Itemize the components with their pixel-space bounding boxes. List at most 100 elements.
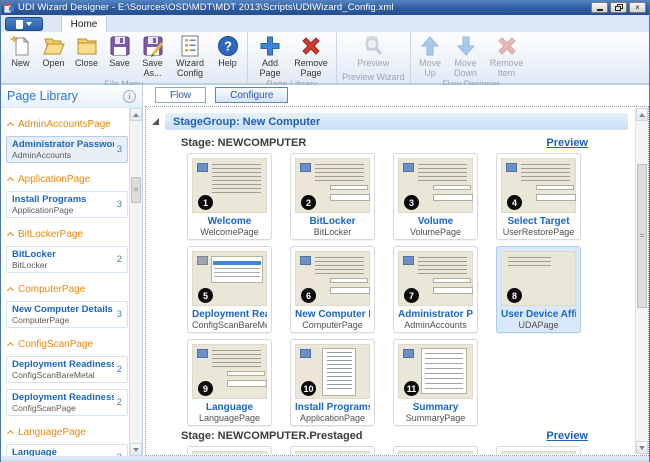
collapse-icon [7, 342, 14, 349]
scrollbar-thumb[interactable] [131, 177, 141, 203]
scrollbar-thumb[interactable] [637, 164, 647, 308]
sidebar-page-item[interactable]: Install Programs ApplicationPage 3 [6, 191, 128, 218]
sidebar-page-item[interactable]: Language LanguagePage 3 [6, 444, 128, 456]
add-page-button[interactable]: Add Page [251, 33, 289, 79]
sidebar-entry: ComputerPage [6, 284, 128, 295]
page-title-link[interactable]: Administrator Passw... [398, 309, 473, 320]
stage2-preview-link[interactable]: Preview [546, 430, 588, 442]
page-type-label: UserRestorePage [501, 227, 576, 237]
scroll-up-icon[interactable] [130, 108, 142, 121]
new-button[interactable]: New [4, 33, 37, 69]
page-thumbnail [295, 451, 370, 454]
scroll-down-icon[interactable] [636, 441, 648, 454]
page-card[interactable]: 3 Volume VolumePage [393, 153, 478, 240]
tab-flow[interactable]: Flow [155, 87, 206, 103]
sidebar-group-header[interactable]: ComputerPage [6, 284, 128, 295]
page-card[interactable] [393, 446, 478, 454]
thumb-icon [300, 349, 311, 358]
sidebar-scrollbar[interactable] [129, 108, 142, 456]
page-card[interactable]: 7 Administrator Passw... AdminAccounts [393, 246, 478, 333]
sidebar-group-header[interactable]: AdminAccountsPage [6, 119, 128, 130]
page-card[interactable] [290, 446, 375, 454]
sidebar-page-item[interactable]: Administrator Password AdminAccounts 3 [6, 136, 128, 163]
move-down-button[interactable]: Move Down [447, 33, 485, 79]
file-icon [16, 20, 23, 29]
page-item-count: 3 [114, 199, 122, 210]
magnifier-icon [361, 34, 385, 58]
help-button[interactable]: ? Help [211, 33, 244, 69]
remove-item-button[interactable]: Remove Item [485, 33, 529, 79]
sidebar-page-item[interactable]: Deployment Readiness ConfigScanBareMetal… [6, 356, 128, 383]
expander-icon[interactable] [152, 118, 159, 125]
move-up-button[interactable]: Move Up [414, 33, 447, 79]
page-item-count: 3 [114, 144, 122, 155]
page-title-link[interactable]: Deployment Readiness [192, 309, 267, 320]
minimize-button[interactable] [591, 2, 608, 13]
sidebar-group-header[interactable]: ApplicationPage [6, 174, 128, 185]
page-title-link[interactable]: Volume [398, 216, 473, 227]
page-thumbnail: 9 [192, 344, 267, 399]
page-title-link[interactable]: New Computer Details [295, 309, 370, 320]
sidebar-entry: ConfigScanPage [6, 339, 128, 350]
page-title-link[interactable]: User Device Affinity [501, 309, 576, 320]
page-title-link[interactable]: Summary [398, 402, 473, 413]
scroll-up-icon[interactable] [636, 108, 648, 121]
chevron-down-icon [26, 22, 32, 26]
stage-group-header[interactable]: StageGroup: New Computer [165, 113, 628, 130]
sidebar-page-item[interactable]: BitLocker BitLocker 2 [6, 246, 128, 273]
page-card[interactable]: 2 BitLocker BitLocker [290, 153, 375, 240]
sidebar-page-item[interactable]: Deployment Readiness ConfigScanPage 2 [6, 389, 128, 416]
page-title-link[interactable]: BitLocker [295, 216, 370, 227]
page-title-link[interactable]: Install Programs [295, 402, 370, 413]
remove-page-button[interactable]: Remove Page [289, 33, 333, 79]
window-title: UDI Wizard Designer - E:\Sources\OSD\MDT… [18, 2, 591, 13]
page-title-link[interactable]: Language [192, 402, 267, 413]
info-icon[interactable]: i [123, 90, 136, 103]
sidebar-group-header[interactable]: LanguagePage [6, 427, 128, 438]
page-card[interactable]: 11 Summary SummaryPage [393, 339, 478, 426]
close-button[interactable]: × [629, 2, 646, 13]
page-number-badge: 8 [507, 288, 522, 303]
sidebar-group-header[interactable]: ConfigScanPage [6, 339, 128, 350]
page-card[interactable]: 5 Deployment Readiness ConfigScanBareMet… [187, 246, 272, 333]
sidebar-entry: AdminAccountsPage [6, 119, 128, 130]
page-card[interactable]: 1 Welcome WelcomePage [187, 153, 272, 240]
page-thumbnail [192, 451, 267, 454]
sidebar-group-header[interactable]: BitLockerPage [6, 229, 128, 240]
tab-home[interactable]: Home [61, 15, 107, 32]
sidebar-page-item[interactable]: New Computer Details ComputerPage 3 [6, 301, 128, 328]
page-item-title: New Computer Details [12, 304, 114, 315]
page-card[interactable]: 6 New Computer Details ComputerPage [290, 246, 375, 333]
collapse-icon [7, 232, 14, 239]
wizard-config-button[interactable]: Wizard Config [169, 33, 211, 79]
ribbon-group-page-library: Add Page Remove Page Page Library [247, 32, 336, 83]
page-card[interactable]: 9 Language LanguagePage [187, 339, 272, 426]
preview-button[interactable]: Preview [351, 33, 395, 69]
page-card[interactable]: 8 User Device Affinity UDAPage [496, 246, 581, 333]
app-menu-button[interactable] [5, 17, 43, 31]
page-title-link[interactable]: Select Target [501, 216, 576, 227]
save-button[interactable]: Save [103, 33, 136, 69]
page-card[interactable]: 10 Install Programs ApplicationPage [290, 339, 375, 426]
main-scrollbar[interactable] [635, 108, 648, 454]
page-thumbnail: 7 [398, 251, 473, 306]
page-card[interactable] [187, 446, 272, 454]
sidebar-title: Page Library [7, 89, 123, 103]
open-button[interactable]: Open [37, 33, 70, 69]
close-file-button[interactable]: Close [70, 33, 103, 69]
svg-text:?: ? [224, 39, 232, 54]
page-title-link[interactable]: Welcome [192, 216, 267, 227]
ribbon-tab-row: Home [1, 15, 649, 32]
page-type-label: LanguagePage [192, 413, 267, 423]
page-card[interactable]: 4 Select Target UserRestorePage [496, 153, 581, 240]
stage1-label: Stage: NEWCOMPUTER [181, 137, 306, 149]
restore-button[interactable] [610, 2, 627, 13]
ribbon-group-file-menu: New Open Close [1, 32, 247, 83]
page-card[interactable] [496, 446, 581, 454]
scroll-down-icon[interactable] [130, 443, 142, 456]
tab-configure[interactable]: Configure [215, 87, 288, 103]
ribbon: New Open Close [1, 32, 649, 85]
stage1-preview-link[interactable]: Preview [546, 137, 588, 149]
page-item-subtitle: BitLocker [12, 260, 114, 270]
save-as-button[interactable]: Save As... [136, 33, 169, 79]
